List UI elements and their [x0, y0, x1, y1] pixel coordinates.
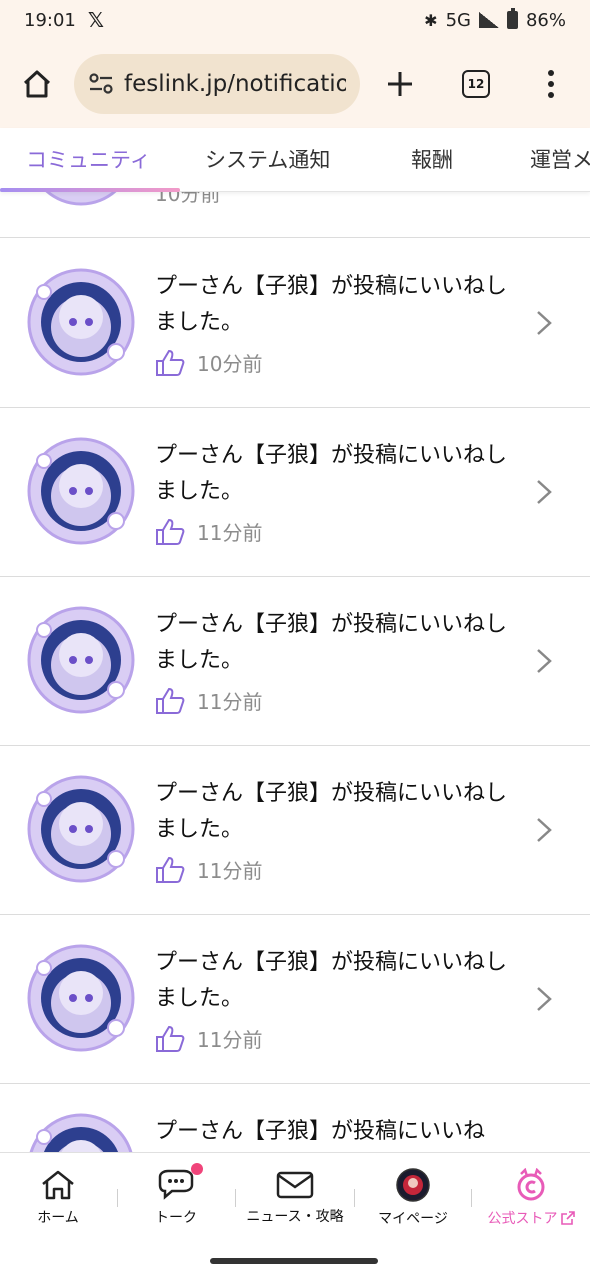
home-icon [23, 70, 51, 98]
tab-switcher-button[interactable]: 12 [440, 40, 512, 128]
tab-community[interactable]: コミュニティ [26, 128, 151, 190]
browser-menu-button[interactable] [512, 40, 590, 128]
nav-divider [354, 1189, 355, 1207]
plus-icon [388, 72, 412, 96]
status-time: 19:01 [24, 9, 76, 31]
battery-level: 86% [525, 9, 566, 31]
nav-divider [471, 1189, 472, 1207]
battery-icon [506, 8, 518, 29]
signal-icon [478, 12, 499, 28]
chevron-right-icon [537, 818, 552, 842]
notification-time: 11分前 [197, 690, 263, 714]
store-icon [517, 1168, 545, 1201]
avatar-icon [396, 1168, 430, 1202]
notification-time: 10分前 [197, 352, 263, 376]
nav-talk[interactable]: トーク [136, 1153, 216, 1243]
nav-mypage[interactable]: マイページ [368, 1153, 458, 1243]
chevron-right-icon [537, 480, 552, 504]
nav-mypage-label: マイページ [378, 1211, 448, 1227]
notification-item[interactable]: プーさん【子狼】が投稿にいいねしました。 11分前 [0, 746, 590, 915]
menu-dot [548, 70, 554, 76]
notification-message: プーさん【子狼】が投稿にいいねしました。 [155, 950, 508, 1011]
notification-item[interactable]: プーさん【子狼】が投稿にいいねしました。 11分前 [0, 408, 590, 577]
tab-system-notice[interactable]: システム通知 [205, 128, 330, 190]
bluetooth-icon: ✱ [424, 10, 438, 30]
notification-badge [191, 1163, 203, 1175]
url-text: feslink.jp/notification [124, 71, 346, 97]
menu-dot [548, 81, 554, 87]
notification-message: プーさん【子狼】が投稿にいいねしました。 [155, 443, 508, 504]
notification-tabs: コミュニティ システム通知 報酬 運営メ [0, 128, 590, 192]
external-link-icon [560, 1211, 575, 1225]
mail-icon [276, 1171, 314, 1199]
notification-time: 10分前 [155, 192, 221, 206]
notification-message: プーさん【子狼】が投稿にいいねしました。 [155, 274, 508, 335]
avatar [27, 606, 135, 714]
thumbs-up-icon [156, 349, 185, 376]
notification-time: 11分前 [197, 1028, 263, 1052]
browser-toolbar: feslink.jp/notification 12 [0, 40, 590, 128]
chevron-right-icon [537, 987, 552, 1011]
notification-list: 10分前 プーさん【子狼】が投稿にいいねしました。 10分前 プーさん【子狼】が… [0, 192, 590, 1152]
new-tab-button[interactable] [360, 40, 440, 128]
nav-news-label: ニュース・攻略 [246, 1209, 344, 1225]
avatar [27, 775, 135, 883]
chevron-right-icon [537, 649, 552, 673]
notification-time: 11分前 [197, 521, 263, 545]
network-label: 5G [445, 9, 471, 31]
notification-message: プーさん【子狼】が投稿にいいねしました。 [155, 781, 508, 842]
nav-official-store[interactable]: 公式ストア [476, 1153, 586, 1243]
notification-item[interactable]: プーさん【子狼】が投稿にいいねしました。 11分前 [0, 915, 590, 1084]
thumbs-up-icon [156, 518, 185, 545]
url-bar[interactable]: feslink.jp/notification [74, 54, 360, 114]
thumbs-up-icon [156, 856, 185, 883]
menu-dot [548, 92, 554, 98]
nav-store-label: 公式ストア [487, 1211, 558, 1227]
nav-news[interactable]: ニュース・攻略 [236, 1153, 354, 1243]
notification-message: プーさん【子狼】が投稿にいいね [155, 1119, 486, 1144]
avatar [29, 1113, 133, 1152]
avatar [27, 437, 135, 545]
notification-item[interactable]: プーさん【子狼】が投稿にいいねしました。 10分前 [0, 239, 590, 408]
active-tab-indicator [0, 188, 180, 192]
browser-home-button[interactable] [0, 40, 74, 128]
home-icon [42, 1170, 74, 1200]
thumbs-up-icon [156, 1025, 185, 1052]
gesture-bar[interactable] [210, 1258, 378, 1264]
tab-count: 12 [462, 70, 490, 98]
nav-home[interactable]: ホーム [18, 1153, 98, 1243]
nav-home-label: ホーム [37, 1210, 79, 1226]
thumbs-up-icon [156, 687, 185, 714]
nav-divider [117, 1189, 118, 1207]
avatar [27, 944, 135, 1052]
nav-talk-label: トーク [155, 1210, 197, 1226]
notification-item[interactable]: プーさん【子狼】が投稿にいいね [0, 1084, 590, 1152]
x-logo-icon: 𝕏 [87, 8, 104, 32]
tab-rewards[interactable]: 報酬 [411, 128, 453, 190]
status-bar: 19:01 𝕏 ✱ 5G 86% [0, 0, 590, 40]
site-settings-icon[interactable] [88, 73, 114, 95]
chat-icon [158, 1169, 194, 1200]
notification-item[interactable]: プーさん【子狼】が投稿にいいねしました。 11分前 [0, 577, 590, 746]
notification-item[interactable]: 10分前 [0, 192, 590, 238]
tab-operator-messages[interactable]: 運営メ [530, 128, 590, 190]
notification-message: プーさん【子狼】が投稿にいいねしました。 [155, 612, 508, 673]
chevron-right-icon [537, 311, 552, 335]
avatar [27, 268, 135, 376]
notification-time: 11分前 [197, 859, 263, 883]
avatar [45, 192, 117, 206]
